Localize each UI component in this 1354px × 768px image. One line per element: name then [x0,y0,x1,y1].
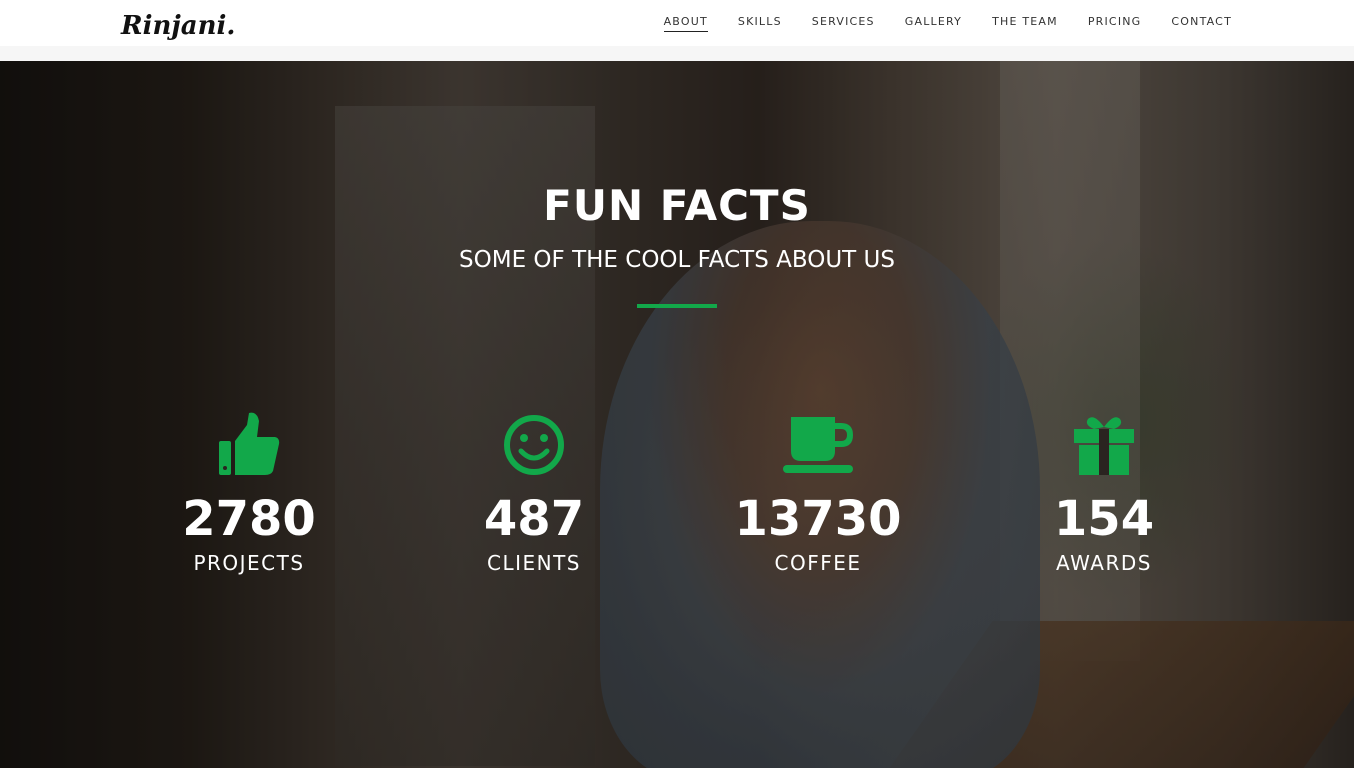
stat-number: 13730 [734,491,902,547]
stat-projects: 2780 PROJECTS [129,411,369,575]
navbar-spacer [0,46,1354,61]
thumbs-up-icon [129,411,369,479]
stat-label: PROJECTS [193,551,305,575]
stat-label: COFFEE [774,551,862,575]
smiley-icon [414,411,654,479]
nav-item-gallery[interactable]: GALLERY [905,15,962,31]
stat-label: AWARDS [1056,551,1152,575]
nav-item-services[interactable]: SERVICES [812,15,875,31]
stat-label: CLIENTS [486,551,581,575]
nav-item-contact[interactable]: CONTACT [1171,15,1232,31]
nav-item-pricing[interactable]: PRICING [1088,15,1142,31]
stat-coffee: 13730 COFFEE [698,411,938,575]
nav-item-about[interactable]: ABOUT [663,15,708,32]
coffee-cup-icon [698,411,938,479]
fun-facts-content: FUN FACTS SOME OF THE COOL FACTS ABOUT U… [0,61,1354,768]
top-navbar: Rinjani. ABOUT SKILLS SERVICES GALLERY T… [0,0,1354,46]
main-menu: ABOUT SKILLS SERVICES GALLERY THE TEAM P… [634,0,1232,46]
stat-number: 2780 [182,491,316,547]
section-title: FUN FACTS [543,181,811,230]
nav-item-the-team[interactable]: THE TEAM [992,15,1058,31]
gift-icon [984,411,1224,479]
stat-number: 154 [1053,491,1155,547]
section-subtitle: SOME OF THE COOL FACTS ABOUT US [459,247,895,273]
stat-clients: 487 CLIENTS [414,411,654,575]
title-divider [637,304,717,308]
stat-number: 487 [483,491,585,547]
stat-awards: 154 AWARDS [984,411,1224,575]
fun-facts-section: FUN FACTS SOME OF THE COOL FACTS ABOUT U… [0,61,1354,768]
brand-logo[interactable]: Rinjani. [121,11,235,41]
nav-item-skills[interactable]: SKILLS [738,15,782,31]
